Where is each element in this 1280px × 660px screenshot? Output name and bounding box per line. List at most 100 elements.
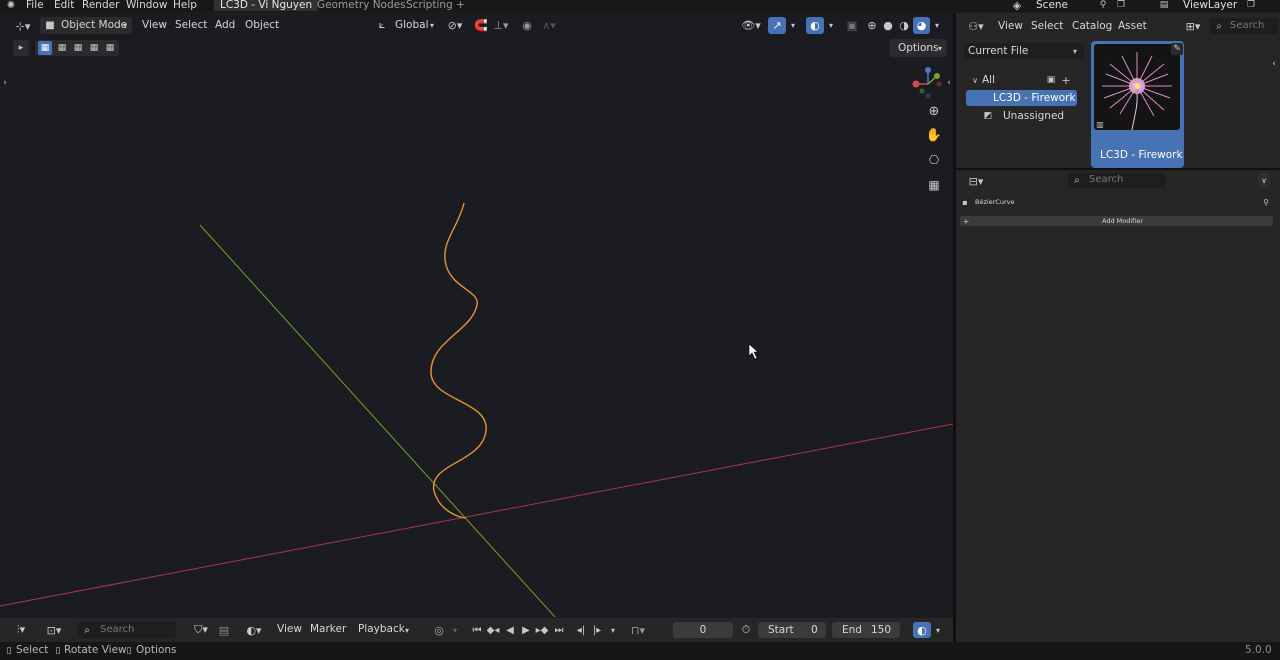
orientation-dropdown[interactable]: Global <box>395 19 429 31</box>
tab-scripting[interactable]: Scripting <box>406 0 453 11</box>
pan-hand-icon[interactable]: ✋ <box>925 126 943 144</box>
current-frame-value: 0 <box>699 624 707 636</box>
snap-target-icon[interactable]: ⊥▾ <box>490 18 512 32</box>
view-layer-icon[interactable]: ▤ <box>1153 0 1175 11</box>
pivot-icon[interactable]: ⊘▾ <box>444 18 466 32</box>
snap-icon[interactable]: ⊓▾ <box>626 622 650 638</box>
display-mode-icon[interactable]: ⊞▾ <box>1180 18 1206 34</box>
material-shading-icon[interactable]: ◑ <box>897 18 911 32</box>
new-scene-icon[interactable]: ❐ <box>1114 0 1128 11</box>
menu-asset[interactable]: Asset <box>1118 20 1147 32</box>
side-panel-toggle-icon[interactable]: ‹ <box>1269 57 1279 71</box>
chevron-down-icon: ▾ <box>122 20 127 30</box>
chevron-down-icon[interactable]: ▾ <box>932 19 942 31</box>
menu-edit[interactable]: Edit <box>54 0 74 11</box>
save-catalogs-icon[interactable]: ▣ <box>1045 73 1057 87</box>
proportional-edit-icon[interactable]: ◉ <box>520 18 534 32</box>
menu-view[interactable]: View <box>998 20 1023 32</box>
timeline-header: ⫶▾ ⊡▾ ⌕ Search ⛉▾ ▤ ◐▾ View Marker Playb… <box>0 618 953 642</box>
menu-marker[interactable]: Marker <box>310 623 346 635</box>
menu-object[interactable]: Object <box>245 19 279 31</box>
toolbar-expand-icon[interactable]: › <box>0 76 10 90</box>
mouse-middle-icon: ▯ <box>55 646 61 656</box>
menu-file[interactable]: File <box>26 0 44 11</box>
editor-type-icon[interactable]: ⊟▾ <box>964 173 988 189</box>
menu-help[interactable]: Help <box>173 0 197 11</box>
3d-viewport[interactable] <box>0 13 953 617</box>
select-subtract-icon[interactable]: ▦ <box>71 41 85 55</box>
play-icon[interactable]: ▶ <box>519 622 533 638</box>
wireframe-shading-icon[interactable]: ⊕ <box>865 18 879 32</box>
menu-view[interactable]: View <box>277 623 302 635</box>
menu-select[interactable]: Select <box>175 19 207 31</box>
tab-geometry-nodes[interactable]: Geometry Nodes <box>317 0 406 11</box>
viewport-header: ⊹▾ ■ Object Mode ▾ View Select Add Objec… <box>0 13 953 38</box>
y-axis-line <box>199 224 556 617</box>
keying-dropdown-icon[interactable]: ▾ <box>450 622 460 638</box>
editor-type-icon[interactable]: ⚇▾ <box>964 18 988 34</box>
filter-icon[interactable]: ⛉▾ <box>189 622 213 638</box>
tab-workspace-lc3d[interactable]: LC3D - Vi Nguyen <box>214 0 319 11</box>
record-icon[interactable]: ◎ <box>431 622 447 638</box>
view-layer-name[interactable]: ViewLayer <box>1183 0 1237 11</box>
menu-view[interactable]: View <box>142 19 167 31</box>
new-view-layer-icon[interactable]: ❐ <box>1244 0 1258 11</box>
chevron-down-icon[interactable]: ▾ <box>826 19 836 31</box>
zoom-icon[interactable]: ⊕ <box>925 102 943 120</box>
chevron-down-icon[interactable]: ▾ <box>608 622 618 638</box>
select-new-icon[interactable]: ▦ <box>38 41 52 55</box>
display-mode-icon[interactable]: ⊡▾ <box>42 622 66 638</box>
snap-icon[interactable]: 🧲 <box>472 18 490 32</box>
select-intersect-icon[interactable]: ▦ <box>103 41 117 55</box>
chevron-down-icon[interactable]: ∨ <box>1258 173 1270 187</box>
search-placeholder: Search <box>1089 174 1124 185</box>
playback-mode-icon[interactable]: ◐▾ <box>242 622 266 638</box>
edit-asset-icon[interactable]: ✎ <box>1171 43 1183 55</box>
catalog-item-firework-label: LC3D - Firework <box>993 92 1076 104</box>
prev-keyframe-icon[interactable]: ◆◂ <box>486 622 500 638</box>
catalog-item-unassigned[interactable]: Unassigned <box>1003 110 1064 122</box>
pin-icon[interactable]: ⚲ <box>1261 196 1271 208</box>
menu-window[interactable]: Window <box>126 0 167 11</box>
perspective-grid-icon[interactable]: ▦ <box>925 176 943 194</box>
camera-view-icon[interactable]: ⎔ <box>925 151 943 169</box>
visibility-icon[interactable]: 👁▾ <box>738 18 764 32</box>
scene-name[interactable]: Scene <box>1036 0 1068 11</box>
menu-select[interactable]: Select <box>1031 20 1063 32</box>
xray-icon[interactable]: ▣ <box>845 18 859 32</box>
stopwatch-icon[interactable]: ⏱ <box>739 622 753 638</box>
prev-frame-icon[interactable]: ◂| <box>574 622 588 638</box>
next-keyframe-icon[interactable]: ▸◆ <box>535 622 549 638</box>
menu-render[interactable]: Render <box>82 0 119 11</box>
chevron-down-icon[interactable]: ▾ <box>933 622 943 638</box>
scene-icon[interactable]: ◈ <box>1006 0 1028 12</box>
blender-logo-icon[interactable]: ✺ <box>4 0 18 11</box>
play-reverse-icon[interactable]: ◀ <box>503 622 517 638</box>
search-icon: ⌕ <box>84 624 90 636</box>
chevron-down-icon[interactable]: ∨ <box>970 74 980 86</box>
navigation-gizmo[interactable] <box>908 64 948 104</box>
next-frame-icon[interactable]: |▸ <box>590 622 604 638</box>
catalog-tree-all[interactable]: All <box>982 74 995 86</box>
select-extend-icon[interactable]: ▦ <box>55 41 69 55</box>
pin-icon[interactable]: ⚲ <box>1097 0 1109 11</box>
chevron-down-icon[interactable]: ▾ <box>788 19 798 31</box>
editor-type-icon[interactable]: ⊹▾ <box>10 18 36 34</box>
select-invert-icon[interactable]: ▦ <box>87 41 101 55</box>
add-catalog-icon[interactable]: + <box>1060 73 1072 87</box>
start-label: Start <box>768 624 794 636</box>
jump-start-icon[interactable]: ⏮ <box>470 622 484 638</box>
menu-add[interactable]: Add <box>215 19 235 31</box>
falloff-icon[interactable]: ∧▾ <box>538 18 560 32</box>
menu-catalog[interactable]: Catalog <box>1072 20 1112 32</box>
jump-end-icon[interactable]: ⏭ <box>552 622 566 638</box>
solid-shading-icon[interactable]: ● <box>881 18 895 32</box>
tweak-tool-icon[interactable]: ▸ <box>13 40 29 56</box>
keyframe-filter-icon[interactable]: ▤ <box>218 622 230 638</box>
overlays-icon: ◐ <box>810 18 820 32</box>
current-frame-field[interactable]: 0 <box>673 622 733 638</box>
add-icon: + <box>962 216 970 226</box>
editor-type-icon[interactable]: ⫶▾ <box>9 622 33 638</box>
curve-object-icon: ▪ <box>962 197 968 207</box>
add-workspace-button[interactable]: + <box>456 0 465 11</box>
